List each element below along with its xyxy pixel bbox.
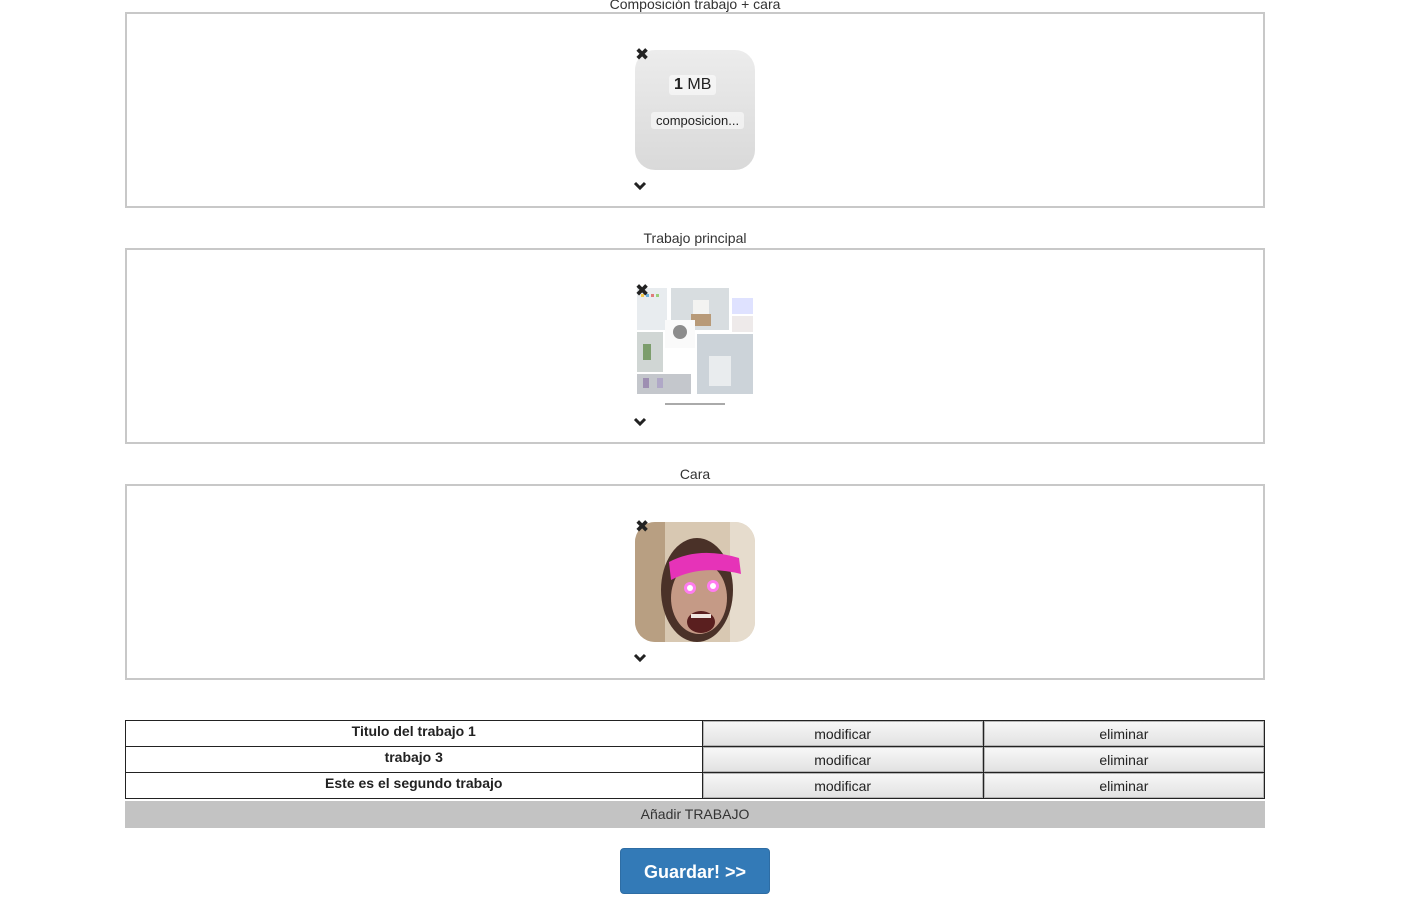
table-row: Este es el segundo trabajo modificar eli…	[125, 772, 1266, 799]
moodboard-thumbnail	[635, 286, 755, 406]
delete-button[interactable]: eliminar	[983, 747, 1264, 772]
work-title: Titulo del trabajo 1	[125, 720, 703, 747]
file-preview: 1 MB composicion...	[635, 50, 755, 170]
modify-button[interactable]: modificar	[702, 721, 983, 746]
remove-icon[interactable]: ✖	[635, 282, 649, 299]
modify-button[interactable]: modificar	[702, 773, 983, 798]
table-row: Titulo del trabajo 1 modificar eliminar	[125, 720, 1266, 747]
modify-button[interactable]: modificar	[702, 747, 983, 772]
remove-icon[interactable]: ✖	[635, 518, 649, 535]
dropzone-face[interactable]: ✖	[125, 484, 1265, 680]
works-table: Titulo del trabajo 1 modificar eliminar …	[125, 720, 1266, 799]
delete-button[interactable]: eliminar	[983, 773, 1264, 798]
section-label-composition: Composición trabajo + cara	[609, 0, 781, 12]
save-button[interactable]: Guardar! >>	[620, 848, 770, 894]
dropzone-main-work[interactable]: ✖	[125, 248, 1265, 444]
section-label-main-work: Trabajo principal	[643, 230, 747, 246]
chevron-down-icon[interactable]	[633, 181, 647, 191]
remove-icon[interactable]: ✖	[635, 46, 649, 63]
file-size: 1 MB	[669, 75, 717, 95]
work-title: Este es el segundo trabajo	[125, 772, 703, 799]
dropzone-composition[interactable]: ✖ 1 MB composicion...	[125, 12, 1265, 208]
section-label-face: Cara	[679, 466, 711, 482]
table-row: trabajo 3 modificar eliminar	[125, 746, 1266, 773]
delete-button[interactable]: eliminar	[983, 721, 1264, 746]
work-title: trabajo 3	[125, 746, 703, 773]
add-work-button[interactable]: Añadir TRABAJO	[125, 801, 1265, 828]
chevron-down-icon[interactable]	[633, 417, 647, 427]
chevron-down-icon[interactable]	[633, 653, 647, 663]
file-name: composicion...	[651, 112, 745, 129]
face-thumbnail	[635, 522, 755, 642]
